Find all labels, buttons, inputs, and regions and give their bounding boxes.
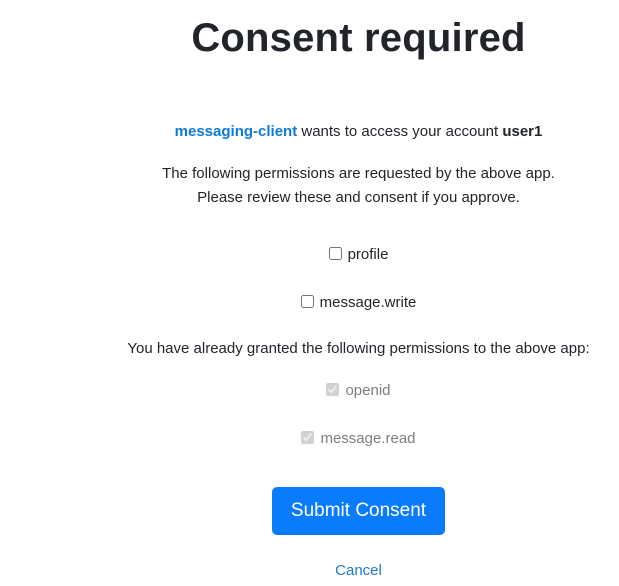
granted-checkbox-openid bbox=[326, 383, 340, 396]
scope-item-profile[interactable]: profile bbox=[0, 246, 619, 263]
permissions-info-line-1: The following permissions are requested … bbox=[162, 165, 555, 182]
username: user1 bbox=[502, 123, 543, 140]
granted-label-message-read: message.read bbox=[320, 430, 416, 447]
access-request-middle: wants to access your account bbox=[297, 123, 503, 140]
page-title: Consent required bbox=[191, 16, 526, 60]
client-id: messaging-client bbox=[174, 123, 298, 140]
scope-item-message-write[interactable]: message.write bbox=[0, 294, 619, 311]
permissions-info-line-2: Please review these and consent if you a… bbox=[197, 189, 520, 206]
already-granted-text: You have already granted the following p… bbox=[127, 340, 590, 357]
permissions-info: The following permissions are requested … bbox=[0, 162, 619, 210]
cancel-link[interactable]: Cancel bbox=[0, 562, 619, 579]
consent-page: Consent required messaging-client wants … bbox=[0, 0, 619, 586]
submit-consent-button[interactable]: Submit Consent bbox=[272, 487, 445, 535]
granted-label-openid: openid bbox=[345, 382, 391, 399]
granted-scope-message-read: message.read bbox=[0, 430, 619, 447]
scope-label-message-write[interactable]: message.write bbox=[320, 294, 417, 311]
granted-scope-openid: openid bbox=[0, 382, 619, 399]
scope-label-profile[interactable]: profile bbox=[348, 246, 389, 263]
access-request-text: messaging-client wants to access your ac… bbox=[0, 123, 619, 140]
granted-checkbox-message-read bbox=[301, 431, 315, 444]
scope-checkbox-profile[interactable] bbox=[328, 247, 342, 260]
scope-checkbox-message-write[interactable] bbox=[300, 295, 314, 308]
